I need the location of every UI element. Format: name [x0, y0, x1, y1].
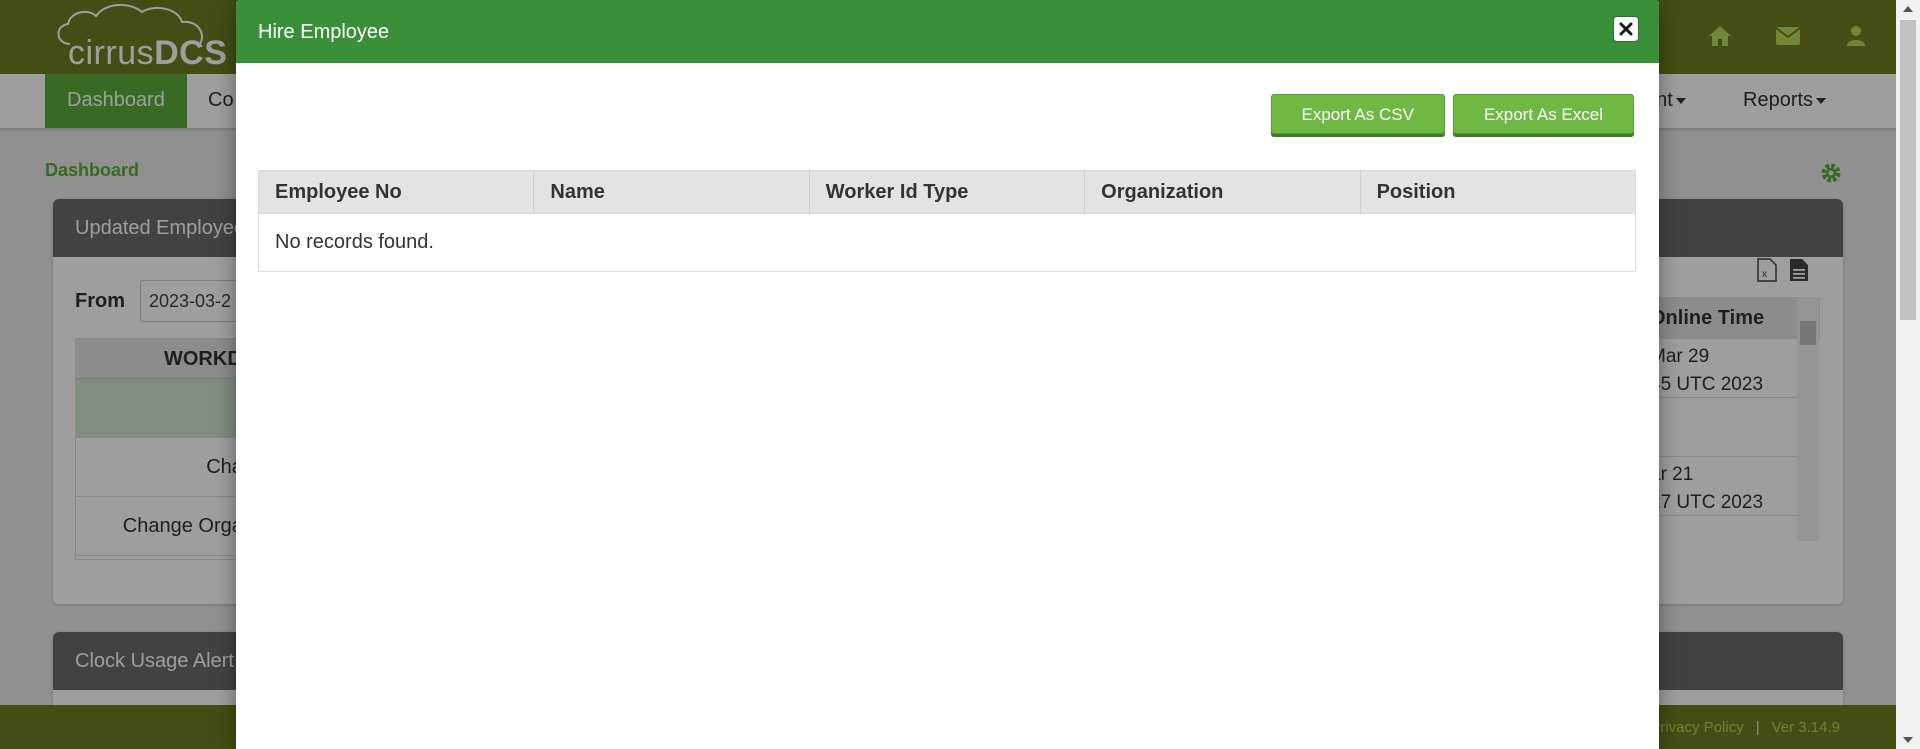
table-header-row: Employee No Name Worker Id Type Organiza…	[258, 170, 1636, 214]
close-icon	[1619, 22, 1633, 36]
page-scrollbar[interactable]	[1896, 0, 1920, 749]
column-organization[interactable]: Organization	[1084, 170, 1361, 214]
empty-message: No records found.	[258, 213, 1636, 272]
hire-employee-table: Employee No Name Worker Id Type Organiza…	[258, 170, 1636, 272]
modal-header: Hire Employee	[236, 0, 1659, 63]
modal-title: Hire Employee	[258, 21, 390, 43]
export-csv-button[interactable]: Export As CSV	[1270, 94, 1445, 134]
scroll-down-icon[interactable]	[1903, 737, 1913, 743]
scroll-thumb[interactable]	[1900, 20, 1916, 320]
export-button-group: Export As CSV Export As Excel	[1270, 94, 1634, 134]
export-excel-button[interactable]: Export As Excel	[1452, 94, 1634, 134]
column-employee-no[interactable]: Employee No	[258, 170, 535, 214]
column-worker-id-type[interactable]: Worker Id Type	[809, 170, 1086, 214]
hire-employee-modal: Hire Employee Export As CSV Export As Ex…	[236, 0, 1659, 749]
close-button[interactable]	[1613, 16, 1639, 42]
column-position[interactable]: Position	[1360, 170, 1636, 214]
column-name[interactable]: Name	[533, 170, 810, 214]
scroll-up-icon[interactable]	[1903, 6, 1913, 12]
table-row: No records found.	[258, 213, 1636, 272]
